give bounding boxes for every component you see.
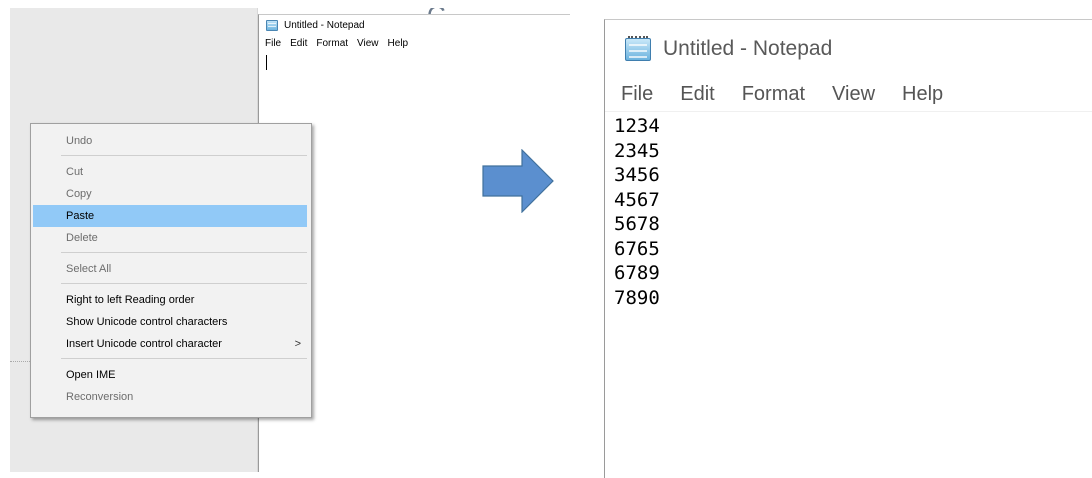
menu-view[interactable]: View bbox=[832, 83, 875, 106]
text-line: 1234 bbox=[614, 115, 660, 137]
menu-separator bbox=[61, 358, 307, 359]
menu-item-open-ime[interactable]: Open IME bbox=[33, 364, 307, 386]
text-line: 7890 bbox=[614, 286, 660, 309]
notepad-icon bbox=[265, 19, 279, 31]
menu-item-show-unicode[interactable]: Show Unicode control characters bbox=[33, 311, 307, 333]
menu-item-rtl-reading-order[interactable]: Right to left Reading order bbox=[33, 289, 307, 311]
desktop-divider bbox=[10, 361, 32, 362]
right-arrow-icon bbox=[482, 149, 554, 213]
window-title: Untitled - Notepad bbox=[284, 19, 365, 31]
after-screenshot: Untitled - Notepad File Edit Format View… bbox=[604, 19, 1092, 478]
text-line: 4567 bbox=[614, 188, 660, 211]
text-line: 6789 bbox=[614, 262, 660, 284]
menu-edit[interactable]: Edit bbox=[290, 38, 307, 49]
menu-item-delete[interactable]: Delete bbox=[33, 227, 307, 249]
menu-separator bbox=[61, 283, 307, 284]
menu-item-insert-unicode[interactable]: Insert Unicode control character > bbox=[33, 333, 307, 355]
menu-item-select-all[interactable]: Select All bbox=[33, 258, 307, 280]
menu-bar: File Edit Format View Help bbox=[605, 78, 1092, 112]
menu-help[interactable]: Help bbox=[388, 38, 409, 49]
menu-file[interactable]: File bbox=[265, 38, 281, 49]
title-bar: Untitled - Notepad bbox=[605, 20, 1092, 78]
menu-item-reconversion[interactable]: Reconversion bbox=[33, 386, 307, 408]
menu-item-undo[interactable]: Undo bbox=[33, 130, 307, 152]
menu-separator bbox=[61, 155, 307, 156]
text-editor[interactable]: 1234 2345 3456 4567 5678 6765 6789 7890 bbox=[605, 112, 1092, 310]
menu-edit[interactable]: Edit bbox=[680, 83, 714, 106]
menu-item-cut[interactable]: Cut bbox=[33, 161, 307, 183]
context-menu: Undo Cut Copy Paste Delete Select All Ri… bbox=[30, 123, 312, 418]
text-caret bbox=[266, 55, 267, 70]
menu-format[interactable]: Format bbox=[316, 38, 348, 49]
menu-item-label: Insert Unicode control character bbox=[66, 338, 222, 350]
menu-item-paste[interactable]: Paste bbox=[33, 205, 307, 227]
menu-bar: File Edit Format View Help bbox=[259, 35, 570, 51]
before-screenshot: C Untitled - Notepad File Edit Format Vi… bbox=[10, 8, 570, 472]
menu-file[interactable]: File bbox=[621, 83, 653, 106]
notepad-icon bbox=[623, 36, 653, 62]
window-title: Untitled - Notepad bbox=[663, 37, 833, 60]
menu-format[interactable]: Format bbox=[742, 83, 805, 106]
menu-separator bbox=[61, 252, 307, 253]
text-line: 3456 bbox=[614, 164, 660, 186]
menu-help[interactable]: Help bbox=[902, 83, 943, 106]
text-line: 5678 bbox=[614, 213, 660, 235]
chevron-right-icon: > bbox=[294, 338, 301, 350]
menu-view[interactable]: View bbox=[357, 38, 379, 49]
title-bar: Untitled - Notepad bbox=[259, 15, 570, 35]
menu-item-copy[interactable]: Copy bbox=[33, 183, 307, 205]
text-line: 6765 bbox=[614, 237, 660, 260]
text-line: 2345 bbox=[614, 139, 660, 162]
